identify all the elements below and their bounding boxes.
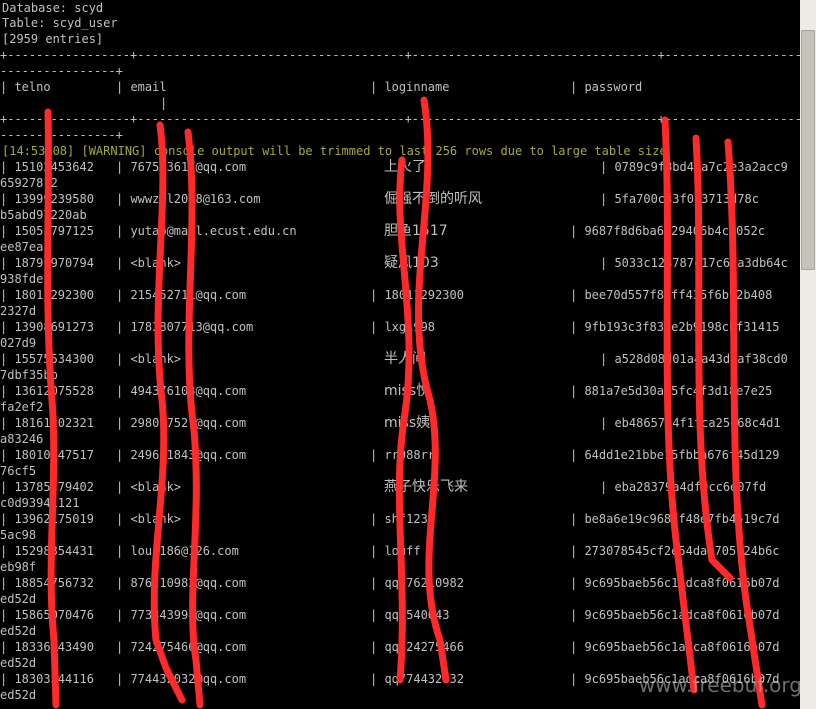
scribble-pass-a [661, 116, 698, 694]
scribble-login-b [395, 156, 413, 684]
scribble-email-right [184, 128, 204, 709]
scribble-telno [44, 108, 60, 709]
watermark: www.freebuf.org [638, 673, 802, 697]
scribble-pass-c [724, 138, 766, 709]
vertical-scrollbar[interactable] [800, 0, 816, 709]
scrollbar-thumb[interactable] [801, 30, 815, 270]
scribble-email-left [150, 121, 186, 704]
scribble-pass-b [692, 134, 734, 582]
scribble-login-a [415, 96, 450, 684]
red-scribble-overlay [44, 96, 766, 709]
